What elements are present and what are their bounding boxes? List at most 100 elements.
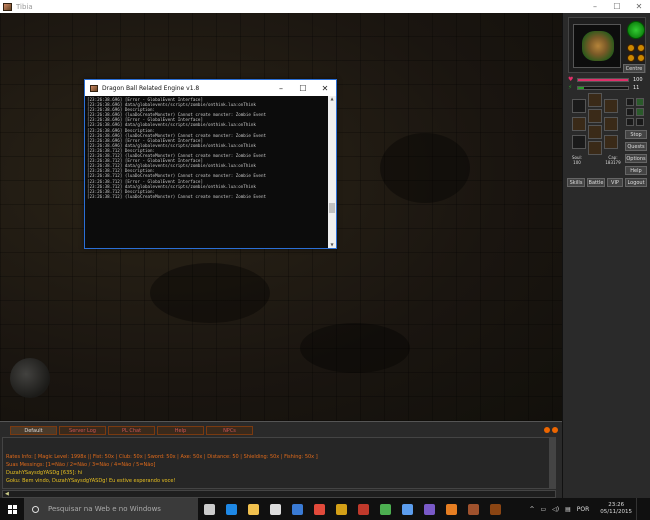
mana-value: 11 [633, 84, 640, 91]
slot-ammo[interactable] [604, 135, 618, 149]
zoom-out-icon[interactable] [637, 54, 645, 62]
network-icon[interactable] [374, 498, 396, 520]
console-close-button[interactable]: ✕ [314, 84, 336, 93]
floor-down-icon[interactable] [627, 54, 635, 62]
slot-necklace[interactable] [572, 99, 586, 113]
chat-tabs: Default Server Log PL Chat Help NPCs [10, 426, 253, 435]
floor-up-icon[interactable] [627, 44, 635, 52]
app-icon-orange[interactable] [440, 498, 462, 520]
message-icon[interactable]: ▤ [565, 506, 571, 513]
slot-ring[interactable] [572, 135, 586, 149]
slot-shield[interactable] [604, 117, 618, 131]
chat-tab-next-icon[interactable] [552, 427, 558, 433]
centre-button[interactable]: Centre [623, 64, 645, 73]
console-window[interactable]: Dragon Ball Related Engine v1.8 – ☐ ✕ [2… [84, 79, 337, 249]
chat-tab-prev-icon[interactable] [544, 427, 550, 433]
logout-button[interactable]: Logout [625, 178, 647, 187]
screen: Tibia – ☐ ✕ Centre ♥ 100 ⚡ 11 Soul: 100 … [0, 0, 650, 520]
defense-mode-icon[interactable] [626, 108, 634, 116]
explorer-icon[interactable] [242, 498, 264, 520]
console-line: [23:26:38.712] (luaDoCreateMonster) Cann… [87, 193, 266, 199]
chat-message: DuzahYSaysdgYASDg [635]: hi [6, 470, 83, 476]
follow-mode-icon[interactable] [636, 118, 644, 126]
battle-button[interactable]: Battle [587, 178, 605, 187]
chat-tab-npcs[interactable]: NPCs [206, 426, 253, 435]
notes-icon-glyph [401, 503, 413, 515]
slot-weapon[interactable] [572, 117, 586, 131]
volume-icon[interactable]: ◁) [552, 506, 559, 513]
attack-mode-icon[interactable] [626, 98, 634, 106]
chase-mode-icon[interactable] [636, 98, 644, 106]
stop-button[interactable]: Stop [625, 130, 647, 139]
console-titlebar: Dragon Ball Related Engine v1.8 – ☐ ✕ [85, 80, 336, 96]
tibia-app-icon [3, 2, 12, 11]
network-tray-icon[interactable]: ▭ [540, 506, 546, 513]
console-maximize-button[interactable]: ☐ [292, 84, 314, 93]
terrain-shadow [380, 133, 470, 203]
console-title: Dragon Ball Related Engine v1.8 [102, 84, 200, 92]
speak-mode-icon[interactable]: ◀ [5, 492, 10, 497]
start-button[interactable] [0, 498, 24, 520]
side-panel-lower [562, 421, 650, 498]
chat-tab-pl-chat[interactable]: PL Chat [108, 426, 155, 435]
taskbar-apps [198, 498, 506, 520]
chrome-icon[interactable] [308, 498, 330, 520]
app-icon-orange-glyph [445, 503, 457, 515]
show-desktop-button[interactable] [636, 498, 650, 520]
taskbar: Pesquisar na Web e no Windows ^ ▭ ◁) ▤ P… [0, 498, 650, 520]
compass-icon[interactable] [627, 21, 645, 39]
chat-scrollbar[interactable] [549, 438, 555, 488]
ball-icon[interactable] [352, 498, 374, 520]
help-button[interactable]: Help [625, 166, 647, 175]
scroll-up-icon[interactable]: ▲ [328, 96, 336, 102]
game-icon[interactable] [330, 498, 352, 520]
notes-icon[interactable] [396, 498, 418, 520]
chat-tab-default[interactable]: Default [10, 426, 57, 435]
slot-boots[interactable] [588, 141, 602, 155]
slot-backpack[interactable] [604, 99, 618, 113]
close-button[interactable]: ✕ [628, 0, 650, 13]
chat-tab-server-log[interactable]: Server Log [59, 426, 106, 435]
store-icon[interactable] [264, 498, 286, 520]
stand-mode-icon[interactable] [626, 118, 634, 126]
console-minimize-button[interactable]: – [270, 84, 292, 93]
side-panel: Centre ♥ 100 ⚡ 11 Soul: 100 Cap: 183179 … [562, 13, 650, 421]
secure-mode-icon[interactable] [636, 108, 644, 116]
scroll-down-icon[interactable]: ▼ [328, 242, 336, 248]
vip-button[interactable]: VIP [607, 178, 623, 187]
minimize-button[interactable]: – [584, 0, 606, 13]
chat-input[interactable]: ◀ [2, 490, 556, 498]
tibia-icon-2[interactable] [484, 498, 506, 520]
terrain-shadow [150, 263, 270, 323]
health-bar-row: ♥ 100 [568, 76, 646, 83]
tibia-icon[interactable] [462, 498, 484, 520]
task-view-icon-glyph [203, 503, 215, 515]
slot-legs[interactable] [588, 125, 602, 139]
quests-button[interactable]: Quests [625, 142, 647, 151]
minimap[interactable] [573, 24, 621, 68]
equipment-panel: Soul: 100 Cap: 183179 [568, 93, 624, 183]
zoom-in-icon[interactable] [637, 44, 645, 52]
chat-message: Rates Info: [ Magic Level: 1998x || Fist… [6, 454, 318, 460]
taskbar-search[interactable]: Pesquisar na Web e no Windows [24, 498, 198, 520]
slot-head[interactable] [588, 93, 602, 107]
mana-bar-fill [578, 86, 584, 89]
media-icon[interactable] [286, 498, 308, 520]
edge-icon[interactable] [220, 498, 242, 520]
console-scrollbar[interactable]: ▲ ▼ [328, 96, 336, 248]
chat-tab-help[interactable]: Help [157, 426, 204, 435]
tibia-icon-glyph [467, 503, 479, 515]
health-bar-fill [578, 78, 628, 81]
task-view-icon[interactable] [198, 498, 220, 520]
slot-armor[interactable] [588, 109, 602, 123]
skills-button[interactable]: Skills [567, 178, 585, 187]
clock[interactable]: 23:26 05/11/2015 [600, 502, 632, 516]
options-button[interactable]: Options [625, 154, 647, 163]
maximize-button[interactable]: ☐ [606, 0, 628, 13]
tray-chevron-icon[interactable]: ^ [529, 506, 534, 513]
console-scroll-thumb[interactable] [329, 203, 335, 213]
soul-box: Soul: 100 [568, 155, 586, 165]
language-indicator[interactable]: POR [577, 506, 590, 513]
folder-icon[interactable] [418, 498, 440, 520]
rock-sprite [10, 358, 50, 398]
